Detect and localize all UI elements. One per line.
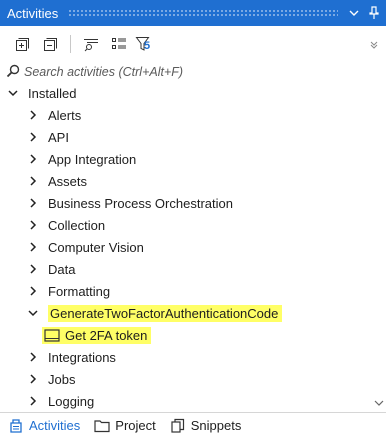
chevron-right-icon[interactable]: [26, 284, 40, 298]
tree-node[interactable]: Integrations: [26, 346, 116, 368]
tab-activities[interactable]: Activities: [6, 414, 82, 438]
activities-icon: [8, 418, 24, 434]
chevron-right-icon[interactable]: [26, 240, 40, 254]
tree-node-label-highlighted: GenerateTwoFactorAuthenticationCode: [48, 304, 283, 322]
chevron-right-icon[interactable]: [26, 130, 40, 144]
tree-node-expanded[interactable]: GenerateTwoFactorAuthenticationCode: [26, 302, 283, 324]
tree-node[interactable]: Alerts: [26, 104, 81, 126]
search-bar: [0, 62, 386, 82]
activity-icon: [44, 328, 60, 342]
tree-node-label: Business Process Orchestration: [48, 195, 233, 211]
tree-scrollbar[interactable]: [372, 82, 386, 412]
chevron-right-icon[interactable]: [26, 218, 40, 232]
expand-all-icon[interactable]: [10, 32, 34, 56]
tree-node[interactable]: Jobs: [26, 368, 75, 390]
tree-node-label: Jobs: [48, 371, 76, 387]
activities-tree: Installed Alerts API App Integration Ass…: [0, 82, 372, 412]
filter-search-icon[interactable]: [79, 32, 103, 56]
tree-node-label: Installed: [28, 85, 77, 101]
tree-node-label: Alerts: [48, 107, 82, 123]
tree-node-label: Data: [48, 261, 76, 277]
snippets-icon: [170, 418, 186, 434]
tree-node[interactable]: Assets: [26, 170, 87, 192]
search-input[interactable]: [24, 65, 344, 79]
activity-item[interactable]: Get 2FA token: [42, 324, 152, 346]
chevron-down-icon[interactable]: [26, 306, 40, 320]
activity-label: Get 2FA token: [65, 327, 148, 343]
tree-node-label: Formatting: [48, 283, 111, 299]
toolbar-separator: [70, 35, 71, 53]
tree-node-label: Collection: [48, 217, 106, 233]
tree-node-label: Computer Vision: [48, 239, 144, 255]
tree-node[interactable]: Data: [26, 258, 75, 280]
chevron-right-icon[interactable]: [26, 196, 40, 210]
filter-count: 5: [144, 40, 151, 52]
activities-toolbar: 5: [0, 26, 386, 62]
chevron-right-icon[interactable]: [26, 262, 40, 276]
panel-titlebar: Activities: [0, 0, 386, 26]
pin-icon[interactable]: [366, 3, 382, 23]
search-icon: [6, 64, 20, 81]
tree-node-label: Logging: [48, 393, 95, 409]
tree-node-label: Assets: [48, 173, 88, 189]
chevron-down-icon[interactable]: [6, 86, 20, 100]
folder-icon: [94, 419, 110, 433]
tree-node-installed[interactable]: Installed: [6, 82, 76, 104]
list-view-icon[interactable]: [107, 32, 131, 56]
activity-item-highlight: Get 2FA token: [42, 326, 152, 344]
tree-node[interactable]: API: [26, 126, 69, 148]
scroll-down-icon[interactable]: [374, 395, 384, 410]
chevron-right-icon[interactable]: [26, 174, 40, 188]
chevron-right-icon[interactable]: [26, 372, 40, 386]
collapse-all-icon[interactable]: [38, 32, 62, 56]
tab-label: Snippets: [190, 418, 242, 433]
chevron-right-icon[interactable]: [26, 394, 40, 408]
tree-node-label: API: [48, 129, 69, 145]
tab-project[interactable]: Project: [92, 414, 157, 438]
tree-node[interactable]: Collection: [26, 214, 105, 236]
tree-node[interactable]: App Integration: [26, 148, 136, 170]
chevron-right-icon[interactable]: [26, 350, 40, 364]
panel-menu-chevron-icon[interactable]: [346, 3, 362, 23]
toolbar-overflow-icon[interactable]: [370, 38, 378, 53]
bottom-tab-strip: Activities Project Snippets: [0, 412, 386, 438]
tree-node-label: App Integration: [48, 151, 137, 167]
titlebar-grip[interactable]: [68, 9, 338, 17]
tab-snippets[interactable]: Snippets: [168, 414, 244, 438]
panel-title: Activities: [7, 5, 59, 21]
tree-node[interactable]: Computer Vision: [26, 236, 144, 258]
tree-node[interactable]: Formatting: [26, 280, 110, 302]
tree-node[interactable]: Logging: [26, 390, 94, 412]
tree-node[interactable]: Business Process Orchestration: [26, 192, 233, 214]
tab-label: Activities: [29, 418, 81, 433]
chevron-right-icon[interactable]: [26, 152, 40, 166]
tab-label: Project: [115, 418, 156, 433]
chevron-right-icon[interactable]: [26, 108, 40, 122]
tree-node-label: Integrations: [48, 349, 116, 365]
